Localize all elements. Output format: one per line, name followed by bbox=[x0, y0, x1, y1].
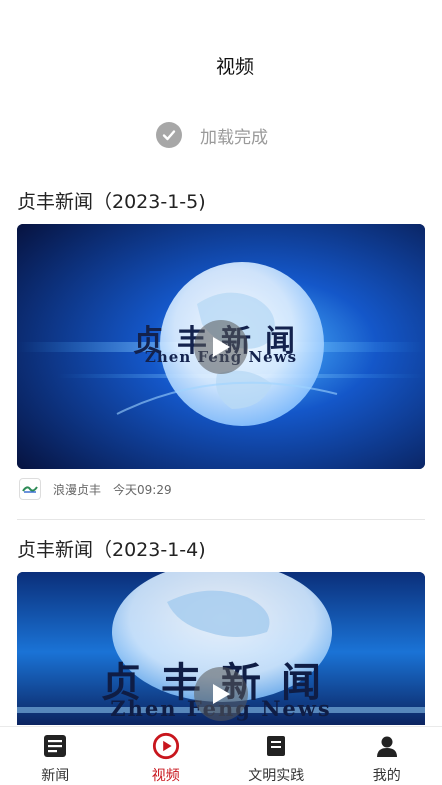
play-icon bbox=[210, 335, 232, 359]
video-feed[interactable]: 贞丰新闻（2023-1-5) Zhen News 浪漫贞丰 今天09:29 贞丰… bbox=[0, 180, 442, 725]
tab-civilization-practice[interactable]: 文明实践 bbox=[221, 727, 332, 785]
play-circle-icon bbox=[152, 732, 180, 760]
tab-label: 我的 bbox=[372, 768, 401, 784]
video-thumbnail[interactable]: 贞丰新闻 Zhen Feng News bbox=[17, 224, 425, 469]
divider bbox=[17, 519, 425, 520]
source-name[interactable]: 浪漫贞丰 bbox=[53, 481, 101, 498]
play-button[interactable] bbox=[194, 667, 248, 721]
refresh-status-text: 加载完成 bbox=[200, 127, 268, 148]
top-header: 视频 bbox=[0, 0, 442, 100]
publish-time: 今天09:29 bbox=[113, 482, 172, 497]
practice-icon bbox=[262, 732, 290, 760]
bottom-tab-bar: 新闻 视频 文明实践 我的 bbox=[0, 726, 442, 785]
video-card[interactable]: 贞丰新闻（2023-1-5) Zhen News 浪漫贞丰 今天09:29 bbox=[0, 180, 442, 520]
play-button[interactable] bbox=[194, 319, 248, 374]
video-title[interactable]: 贞丰新闻（2023-1-5) bbox=[17, 180, 425, 224]
news-icon bbox=[41, 732, 69, 760]
tab-label: 新闻 bbox=[41, 768, 70, 784]
video-card[interactable]: 贞丰新闻（2023-1-4) Zhen News bbox=[0, 528, 442, 725]
source-avatar[interactable] bbox=[19, 478, 41, 500]
tab-label: 文明实践 bbox=[248, 768, 305, 784]
tab-profile[interactable]: 我的 bbox=[332, 727, 442, 785]
page-title: 视频 bbox=[215, 56, 254, 78]
refresh-status: 加载完成 bbox=[0, 120, 442, 150]
video-title[interactable]: 贞丰新闻（2023-1-4) bbox=[17, 528, 425, 572]
check-circle-icon bbox=[156, 122, 182, 148]
video-thumbnail[interactable]: 贞丰新闻 Zhen Feng News bbox=[17, 572, 425, 725]
tab-news[interactable]: 新闻 bbox=[0, 727, 111, 785]
play-icon bbox=[210, 682, 232, 706]
tab-label: 视频 bbox=[151, 768, 180, 784]
tab-video[interactable]: 视频 bbox=[111, 727, 222, 785]
profile-icon bbox=[373, 732, 401, 760]
video-meta: 浪漫贞丰 今天09:29 bbox=[17, 469, 425, 509]
